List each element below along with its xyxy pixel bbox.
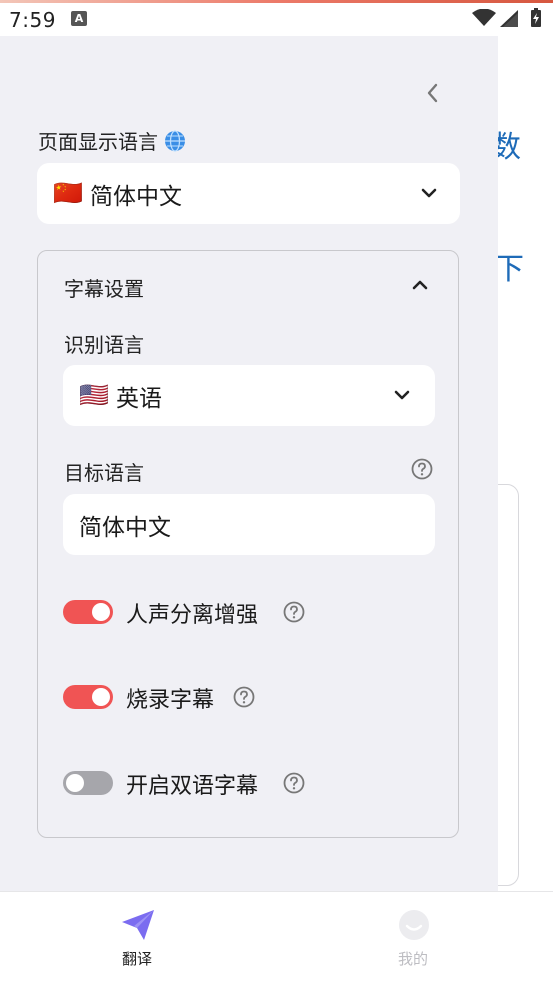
status-accent-strip	[0, 0, 553, 3]
nav-item-me[interactable]: 我的	[376, 906, 452, 972]
bilingual-subtitles-toggle[interactable]	[63, 771, 113, 795]
subtitle-settings-title: 字幕设置	[64, 277, 144, 301]
cellular-signal-icon	[500, 10, 518, 27]
recognition-language-label: 识别语言	[64, 333, 144, 357]
battery-charging-icon	[531, 8, 541, 27]
background-card	[498, 484, 519, 886]
user-profile-icon	[399, 910, 429, 940]
help-icon[interactable]	[283, 601, 305, 623]
background-text-1: 数	[498, 130, 521, 165]
target-language-label: 目标语言	[64, 461, 144, 485]
recognition-language-value: 英语	[116, 386, 162, 412]
bilingual-subtitles-label: 开启双语字幕	[126, 774, 259, 799]
nav-item-translate[interactable]: 翻译	[100, 906, 176, 972]
chevron-up-icon[interactable]	[410, 275, 430, 295]
vocal-separation-toggle[interactable]	[63, 600, 113, 624]
back-chevron-icon[interactable]	[420, 80, 446, 106]
recognition-language-dropdown[interactable]: 🇺🇸 英语	[63, 365, 435, 426]
status-time: 7:59	[9, 8, 56, 32]
burn-subtitles-label: 烧录字幕	[126, 688, 215, 713]
chevron-down-icon	[394, 390, 410, 400]
target-language-field[interactable]: 简体中文	[63, 494, 435, 555]
bottom-navigation: 翻译 我的	[0, 891, 553, 985]
globe-icon	[165, 130, 186, 152]
vocal-separation-label: 人声分离增强	[126, 603, 259, 628]
page-language-value: 简体中文	[90, 184, 182, 210]
paper-plane-icon	[122, 910, 154, 940]
nav-label-translate: 翻译	[122, 950, 153, 968]
notification-icon: A	[71, 11, 87, 26]
help-icon[interactable]	[411, 458, 433, 480]
page-language-dropdown[interactable]: 🇨🇳 简体中文	[37, 163, 460, 224]
chevron-down-icon	[421, 188, 437, 198]
help-icon[interactable]	[283, 772, 305, 794]
wifi-icon	[472, 9, 496, 26]
nav-label-me: 我的	[398, 950, 429, 968]
toggle-row-burn-subtitles: 烧录字幕	[63, 682, 423, 713]
target-language-value: 简体中文	[79, 515, 171, 541]
burn-subtitles-toggle[interactable]	[63, 685, 113, 709]
help-icon[interactable]	[233, 686, 255, 708]
toggle-row-bilingual-subtitles: 开启双语字幕	[63, 768, 423, 799]
toggle-row-vocal-separation: 人声分离增强	[63, 597, 423, 628]
china-flag-icon: 🇨🇳	[53, 179, 83, 207]
settings-drawer: 页面显示语言 🇨🇳 简体中文 字幕设置 识别语言 🇺🇸 英语 目标语言 简体中文…	[0, 36, 498, 891]
subtitle-settings-card: 字幕设置 识别语言 🇺🇸 英语 目标语言 简体中文 人声分离增强 烧录字幕 开启…	[37, 250, 459, 838]
page-language-label: 页面显示语言	[38, 126, 186, 155]
background-text-2: 下	[498, 252, 524, 287]
us-flag-icon: 🇺🇸	[79, 381, 109, 409]
